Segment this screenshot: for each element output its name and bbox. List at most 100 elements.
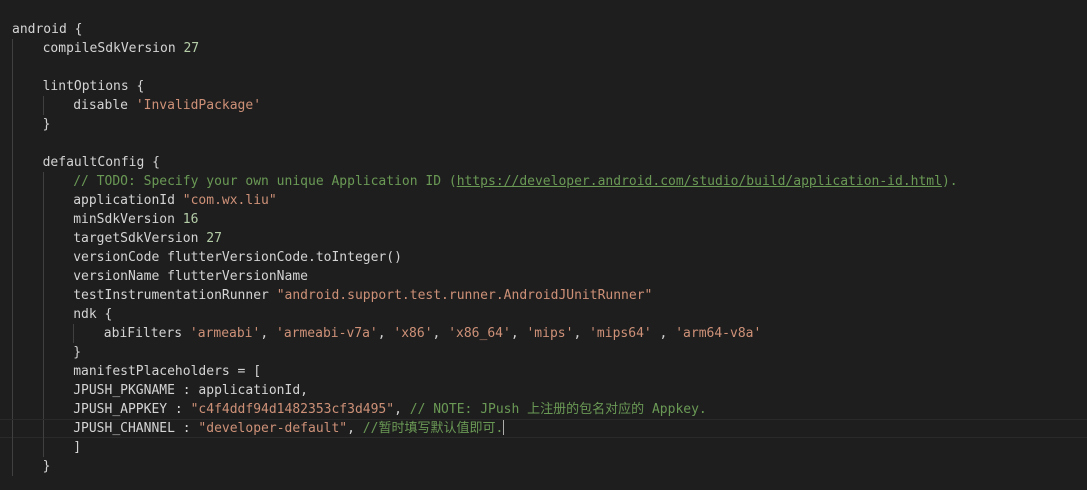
str-token: "c4f4ddf94d1482353cf3d495": [190, 402, 395, 417]
indent-guide: [12, 381, 13, 400]
code-text: defaultConfig {: [43, 153, 160, 172]
indent-guide: [12, 286, 13, 305]
code-line[interactable]: android {: [0, 20, 1087, 39]
plain-token: ndk {: [73, 307, 113, 322]
code-text: versionCode flutterVersionCode.toInteger…: [73, 248, 402, 267]
cmt-token: //暂时填写默认值即可.: [362, 421, 504, 436]
cmt-token: // TODO: Specify your own unique Applica…: [73, 174, 457, 189]
indent-guide: [43, 210, 44, 229]
str-token: 'armeabi': [189, 326, 261, 341]
code-line-current[interactable]: JPUSH_CHANNEL : "developer-default", //暂…: [0, 419, 1087, 439]
indent-guide: [12, 324, 13, 343]
indent-guide: [12, 191, 13, 210]
indent-guide: [12, 58, 13, 77]
code-text: JPUSH_PKGNAME : applicationId,: [73, 381, 308, 400]
str-token: 'armeabi-v7a': [276, 326, 378, 341]
code-line[interactable]: ]: [0, 438, 1087, 457]
code-text: }: [43, 115, 51, 134]
code-text: }: [73, 343, 81, 362]
plain-token: ,: [510, 326, 527, 341]
code-text: compileSdkVersion 27: [43, 39, 200, 58]
indent-guide: [12, 362, 13, 381]
code-text: android {: [12, 20, 82, 39]
indent-guide: [43, 324, 44, 343]
indent-guide: [12, 343, 13, 362]
str-token: 'InvalidPackage': [135, 98, 262, 113]
code-line[interactable]: // TODO: Specify your own unique Applica…: [0, 172, 1087, 191]
str-token: 'mips64': [589, 326, 652, 341]
indent-guide: [12, 153, 13, 172]
indent-guide: [43, 305, 44, 324]
indent-guide: [43, 286, 44, 305]
num-token: 27: [183, 41, 200, 56]
code-line[interactable]: testInstrumentationRunner "android.suppo…: [0, 286, 1087, 305]
code-line[interactable]: JPUSH_APPKEY : "c4f4ddf94d1482353cf3d495…: [0, 400, 1087, 419]
code-line[interactable]: applicationId "com.wx.liu": [0, 191, 1087, 210]
code-text: ndk {: [73, 305, 112, 324]
plain-token: ,: [347, 421, 363, 436]
code-line[interactable]: ndk {: [0, 305, 1087, 324]
code-line[interactable]: JPUSH_PKGNAME : applicationId,: [0, 381, 1087, 400]
str-token: 'x86': [393, 326, 433, 341]
plain-token: versionCode flutterVersionCode.toInteger…: [73, 250, 402, 265]
indent-guide: [12, 115, 13, 134]
code-editor[interactable]: android {compileSdkVersion 27 lintOptions…: [0, 0, 1087, 490]
indent-guide: [12, 420, 13, 439]
code-line[interactable]: targetSdkVersion 27: [0, 229, 1087, 248]
code-text: JPUSH_CHANNEL : "developer-default", //暂…: [73, 420, 505, 437]
str-token: 'mips': [526, 326, 574, 341]
plain-token: applicationId: [73, 193, 183, 208]
indent-guide: [43, 438, 44, 457]
code-text: disable 'InvalidPackage': [73, 96, 261, 115]
indent-guide: [12, 77, 13, 96]
indent-guide: [73, 324, 74, 343]
code-line[interactable]: versionCode flutterVersionCode.toInteger…: [0, 248, 1087, 267]
code-line[interactable]: defaultConfig {: [0, 153, 1087, 172]
code-line[interactable]: }: [0, 115, 1087, 134]
code-line[interactable]: disable 'InvalidPackage': [0, 96, 1087, 115]
code-line[interactable]: compileSdkVersion 27: [0, 39, 1087, 58]
code-text: manifestPlaceholders = [: [73, 362, 261, 381]
code-line[interactable]: abiFilters 'armeabi', 'armeabi-v7a', 'x8…: [0, 324, 1087, 343]
indent-guide: [43, 172, 44, 191]
code-line[interactable]: lintOptions {: [0, 77, 1087, 96]
indent-guide: [12, 229, 13, 248]
code-line[interactable]: }: [0, 343, 1087, 362]
indent-guide: [12, 248, 13, 267]
indent-guide: [43, 381, 44, 400]
code-line[interactable]: [0, 134, 1087, 153]
indent-guide: [12, 210, 13, 229]
cmt-token: ).: [941, 174, 958, 189]
plain-token: ,: [651, 326, 676, 341]
plain-token: ,: [377, 326, 394, 341]
code-text: ]: [73, 438, 81, 457]
code-line[interactable]: manifestPlaceholders = [: [0, 362, 1087, 381]
indent-guide: [12, 96, 13, 115]
indent-guide: [43, 248, 44, 267]
indent-guide: [12, 39, 13, 58]
plain-token: }: [42, 459, 51, 474]
plain-token: ,: [432, 326, 449, 341]
code-text: targetSdkVersion 27: [73, 229, 222, 248]
link-token[interactable]: https://developer.android.com/studio/bui…: [457, 174, 942, 189]
code-text: // TODO: Specify your own unique Applica…: [73, 172, 957, 191]
code-line[interactable]: versionName flutterVersionName: [0, 267, 1087, 286]
code-line[interactable]: minSdkVersion 16: [0, 210, 1087, 229]
indent-guide: [12, 267, 13, 286]
indent-guide: [12, 172, 13, 191]
code-line[interactable]: [0, 58, 1087, 77]
str-token: 'arm64-v8a': [675, 326, 762, 341]
plain-token: testInstrumentationRunner: [73, 288, 277, 303]
code-text: abiFilters 'armeabi', 'armeabi-v7a', 'x8…: [104, 324, 762, 343]
str-token: "android.support.test.runner.AndroidJUni…: [276, 288, 653, 303]
plain-token: lintOptions {: [42, 79, 145, 94]
code-text: versionName flutterVersionName: [73, 267, 308, 286]
plain-token: }: [42, 117, 51, 132]
indent-guide: [43, 400, 44, 419]
plain-token: ,: [260, 326, 276, 341]
code-text: applicationId "com.wx.liu": [73, 191, 277, 210]
cmt-token: // NOTE: JPush 上注册的包名对应的 Appkey.: [409, 402, 707, 417]
code-line[interactable]: }: [0, 457, 1087, 476]
plain-token: minSdkVersion: [73, 212, 183, 227]
plain-token: compileSdkVersion: [42, 41, 184, 56]
